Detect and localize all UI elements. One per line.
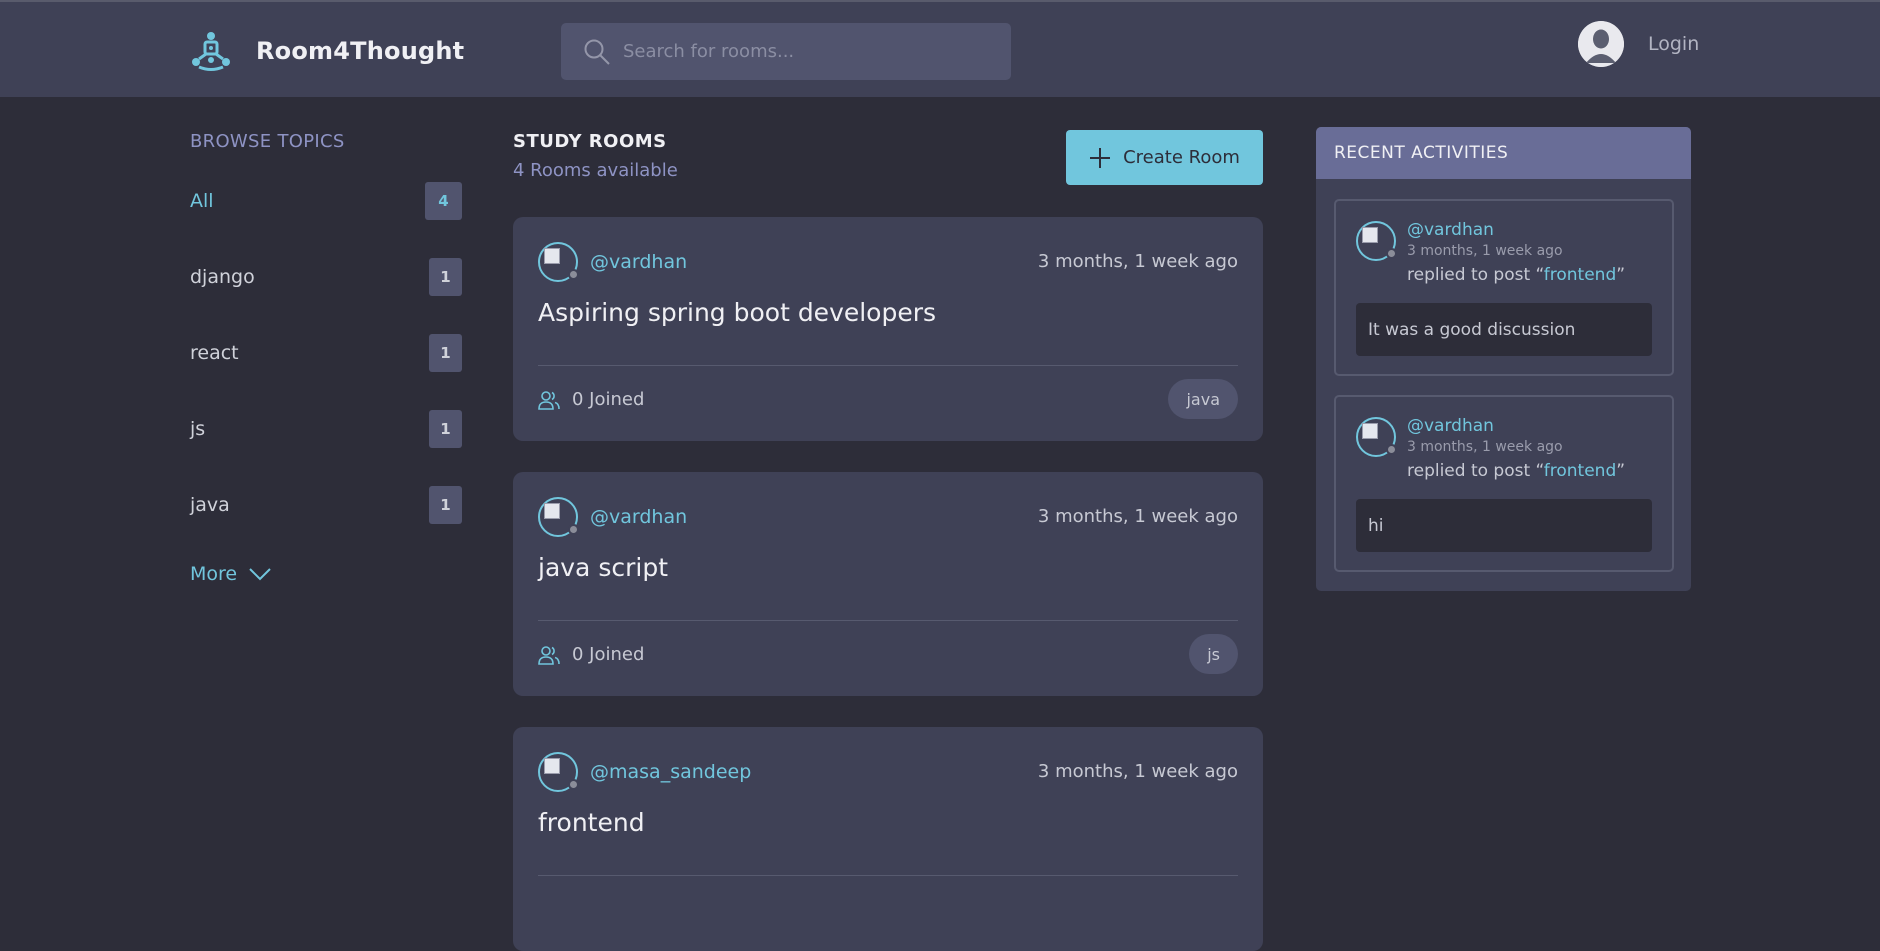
avatar[interactable] [1356,221,1397,261]
room-card[interactable]: @vardhan 3 months, 1 week ago Aspiring s… [513,217,1263,441]
host-username[interactable]: @vardhan [590,506,687,528]
activity-action: replied to post [1407,265,1531,285]
topic-item-java[interactable]: java 1 [190,485,462,525]
recent-activities-panel: RECENT ACTIVITIES @vardhan 3 months, 1 w… [1316,127,1691,591]
room-host[interactable]: @masa_sandeep [538,752,751,792]
topic-item-django[interactable]: django 1 [190,257,462,297]
room-timestamp: 3 months, 1 week ago [1037,506,1238,527]
more-topics-link[interactable]: More [190,563,271,585]
activity-description: replied to post “frontend” [1407,461,1626,481]
avatar[interactable] [1356,417,1397,457]
host-username[interactable]: @vardhan [590,251,687,273]
topic-count-badge: 1 [429,410,462,448]
create-room-button[interactable]: Create Room [1066,130,1263,185]
status-dot [568,524,579,535]
topic-item-all[interactable]: All 4 [190,181,462,221]
activity-username[interactable]: @vardhan [1407,416,1494,436]
topic-item-js[interactable]: js 1 [190,409,462,449]
activity-item: @vardhan 3 months, 1 week ago replied to… [1334,199,1674,376]
room-host[interactable]: @vardhan [538,497,687,537]
room-title[interactable]: Aspiring spring boot developers [538,298,936,327]
topic-tag[interactable]: java [1168,379,1238,419]
topic-count-badge: 1 [429,334,462,372]
topic-count-badge: 4 [425,182,462,220]
room-card[interactable]: @masa_sandeep 3 months, 1 week ago front… [513,727,1263,951]
logo-icon [192,32,230,71]
browse-topics-heading: BROWSE TOPICS [190,131,345,152]
room-title[interactable]: frontend [538,808,645,837]
status-dot [1386,248,1397,259]
activity-username[interactable]: @vardhan [1407,220,1494,240]
activity-timestamp: 3 months, 1 week ago [1407,243,1563,259]
topic-tag[interactable]: js [1189,634,1238,674]
activity-description: replied to post “frontend” [1407,265,1626,285]
activity-post-link[interactable]: frontend [1544,265,1616,285]
activity-item: @vardhan 3 months, 1 week ago replied to… [1334,395,1674,572]
topic-label: All [190,190,214,212]
room-joined: 0 Joined [538,389,644,410]
divider [538,365,1238,366]
study-rooms-heading: STUDY ROOMS [513,131,667,152]
room-timestamp: 3 months, 1 week ago [1037,251,1238,272]
topic-count-badge: 1 [429,258,462,296]
room-card[interactable]: @vardhan 3 months, 1 week ago java scrip… [513,472,1263,696]
chevron-down-icon [249,568,271,581]
topic-label: js [190,418,206,440]
topic-count-badge: 1 [429,486,462,524]
search-bar[interactable] [561,23,1011,80]
search-icon [584,39,610,65]
divider [538,620,1238,621]
avatar[interactable] [538,752,579,792]
joined-count: 0 Joined [572,644,645,665]
users-icon [538,390,560,410]
room-host[interactable]: @vardhan [538,242,687,282]
activity-timestamp: 3 months, 1 week ago [1407,439,1563,455]
room-timestamp: 3 months, 1 week ago [1037,761,1238,782]
avatar[interactable] [538,242,579,282]
search-input[interactable] [623,41,983,62]
avatar[interactable] [538,497,579,537]
activity-post-link[interactable]: frontend [1544,461,1616,481]
topic-label: java [190,494,230,516]
activity-message: It was a good discussion [1356,303,1652,356]
room-joined: 0 Joined [538,644,644,665]
joined-count: 0 Joined [572,389,645,410]
activity-message: hi [1356,499,1652,552]
users-icon [538,645,560,665]
topic-label: react [190,342,239,364]
status-dot [1386,444,1397,455]
recent-activities-heading: RECENT ACTIVITIES [1316,127,1691,179]
brand-logo[interactable]: Room4Thought [190,30,464,72]
create-room-label: Create Room [1123,147,1240,168]
status-dot [568,779,579,790]
more-label: More [190,563,238,585]
plus-icon [1090,147,1111,168]
brand-name: Room4Thought [256,37,465,65]
rooms-count: 4 Rooms available [513,160,678,181]
room-title[interactable]: java script [538,553,668,582]
host-username[interactable]: @masa_sandeep [590,761,751,783]
status-dot [568,269,579,280]
user-menu[interactable]: Login [1578,21,1699,67]
divider [538,875,1238,876]
activity-action: replied to post [1407,461,1531,481]
login-link[interactable]: Login [1648,33,1699,55]
topic-item-react[interactable]: react 1 [190,333,462,373]
top-navbar: Room4Thought Login [0,0,1880,97]
topic-label: django [190,266,255,288]
user-silhouette-icon [1578,21,1624,67]
avatar[interactable] [1578,21,1624,67]
